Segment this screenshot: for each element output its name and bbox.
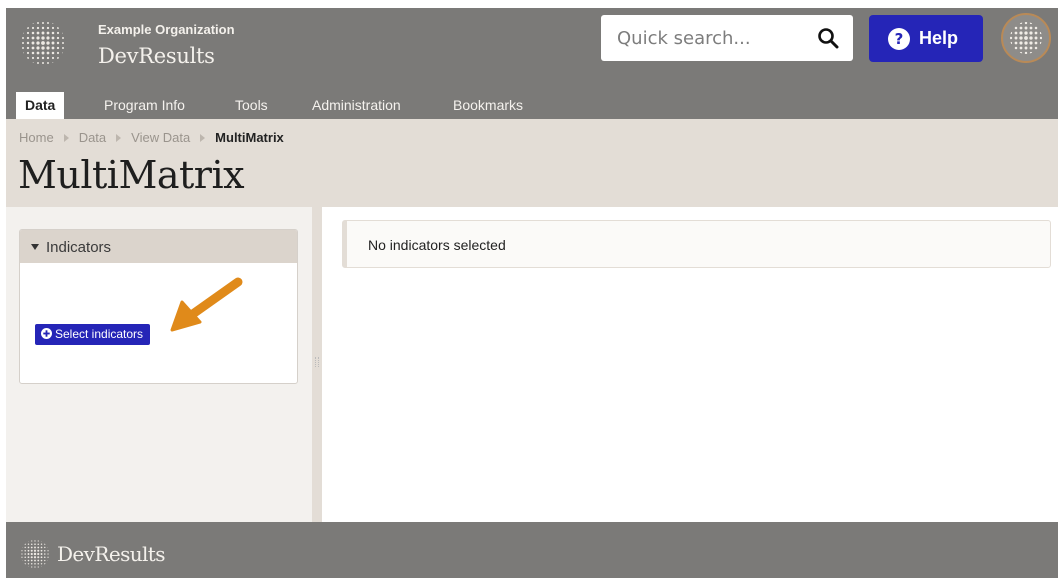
- organization-name: Example Organization: [98, 22, 235, 37]
- help-label: Help: [919, 28, 959, 48]
- breadcrumb-data[interactable]: Data: [79, 130, 106, 145]
- nav-item-tools[interactable]: Tools: [226, 92, 277, 119]
- help-button[interactable]: ? Help: [869, 15, 983, 62]
- globe-logo-icon: [21, 540, 49, 568]
- breadcrumb-home[interactable]: Home: [19, 130, 54, 145]
- user-avatar[interactable]: [1001, 13, 1051, 63]
- breadcrumb-separator-icon: [200, 133, 206, 142]
- globe-logo-icon: [1010, 22, 1042, 54]
- top-header: Example Organization DevResults ? Help: [6, 8, 1058, 88]
- caret-down-icon: [31, 244, 39, 250]
- breadcrumb-separator-icon: [116, 133, 122, 142]
- quick-search: [601, 15, 853, 61]
- arrow-annotation: [170, 277, 243, 332]
- indicators-panel-title: Indicators: [46, 239, 112, 256]
- nav-item-bookmarks[interactable]: Bookmarks: [444, 92, 532, 119]
- svg-text:?: ?: [895, 30, 904, 48]
- footer: DevResults: [6, 522, 1058, 578]
- globe-logo-icon[interactable]: [20, 20, 66, 66]
- breadcrumb-view-data[interactable]: View Data: [131, 130, 190, 145]
- main-content: No indicators selected: [322, 207, 1058, 522]
- nav-item-administration[interactable]: Administration: [303, 92, 410, 119]
- nav-item-program-info[interactable]: Program Info: [95, 92, 194, 119]
- sidebar: Indicators Select indicators: [6, 207, 312, 522]
- page-header: Home Data View Data MultiMatrix MultiMatrix: [6, 119, 1058, 207]
- select-indicators-button[interactable]: Select indicators: [35, 324, 151, 345]
- footer-brand: DevResults: [57, 542, 166, 566]
- empty-state-message: No indicators selected: [368, 237, 506, 253]
- app-name[interactable]: DevResults: [98, 44, 215, 68]
- indicators-panel-header[interactable]: Indicators: [20, 230, 297, 263]
- plus-circle-icon: [41, 328, 52, 339]
- main-nav: Data Program Info Tools Administration B…: [6, 88, 1058, 119]
- search-input[interactable]: [601, 15, 801, 61]
- nav-item-data[interactable]: Data: [16, 92, 65, 119]
- empty-state-notice: No indicators selected: [342, 220, 1051, 268]
- page-title: MultiMatrix: [18, 153, 245, 197]
- indicators-panel: Indicators Select indicators: [19, 229, 298, 384]
- breadcrumb-separator-icon: [63, 133, 69, 142]
- search-icon[interactable]: [817, 27, 839, 49]
- breadcrumb-current: MultiMatrix: [215, 130, 284, 146]
- breadcrumb: Home Data View Data MultiMatrix: [19, 129, 284, 145]
- question-circle-icon: ?: [888, 28, 910, 50]
- panel-splitter[interactable]: [312, 207, 322, 522]
- select-indicators-label: Select indicators: [55, 327, 144, 341]
- splitter-grip-icon[interactable]: [315, 357, 319, 367]
